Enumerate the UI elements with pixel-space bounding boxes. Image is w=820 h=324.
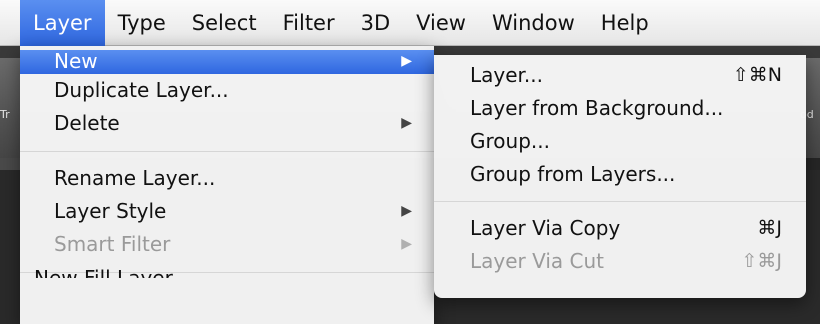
menu-select[interactable]: Select bbox=[179, 0, 270, 46]
menu-filter[interactable]: Filter bbox=[270, 0, 348, 46]
menu-type[interactable]: Type bbox=[105, 0, 179, 46]
submenu-item-layer-via-copy[interactable]: Layer Via Copy ⌘J bbox=[434, 212, 806, 245]
submenu-item-group[interactable]: Group... bbox=[434, 125, 806, 158]
menu-item-duplicate-layer[interactable]: Duplicate Layer... bbox=[20, 74, 434, 107]
shortcut-label: ⇧⌘J bbox=[741, 250, 782, 272]
submenu-item-layer-from-background[interactable]: Layer from Background... bbox=[434, 92, 806, 125]
menu-item-label: Layer Via Cut bbox=[470, 249, 605, 273]
menu-separator bbox=[20, 151, 434, 152]
menu-item-label: Rename Layer... bbox=[54, 166, 216, 190]
menu-window[interactable]: Window bbox=[479, 0, 588, 46]
menu-separator bbox=[434, 201, 806, 202]
menu-item-label: Layer Via Copy bbox=[470, 216, 621, 240]
menu-3d[interactable]: 3D bbox=[348, 0, 404, 46]
layer-menu: New ▶ Duplicate Layer... Delete ▶ Rename… bbox=[20, 46, 434, 324]
menu-item-rename-layer[interactable]: Rename Layer... bbox=[20, 162, 434, 195]
submenu-item-layer-via-cut: Layer Via Cut ⇧⌘J bbox=[434, 245, 806, 278]
submenu-arrow-icon: ▶ bbox=[401, 53, 412, 69]
menu-item-label: Layer from Background... bbox=[470, 96, 724, 120]
menu-item-label: New Fill Layer bbox=[34, 268, 173, 278]
submenu-item-group-from-layers[interactable]: Group from Layers... bbox=[434, 158, 806, 191]
submenu-arrow-icon: ▶ bbox=[401, 115, 412, 131]
menu-item-label: Layer Style bbox=[54, 199, 167, 223]
menu-item-label: New bbox=[54, 49, 98, 73]
menu-item-layer-style[interactable]: Layer Style ▶ bbox=[20, 195, 434, 228]
submenu-arrow-icon: ▶ bbox=[401, 203, 412, 219]
menu-item-label: Smart Filter bbox=[54, 232, 171, 256]
menu-item-smart-filter: Smart Filter ▶ bbox=[20, 228, 434, 261]
options-bar-left-label: Tra bbox=[0, 108, 10, 121]
menu-item-label: Duplicate Layer... bbox=[54, 78, 229, 102]
menu-layer[interactable]: Layer bbox=[20, 0, 105, 46]
menu-item-label: Group... bbox=[470, 129, 550, 153]
submenu-arrow-icon: ▶ bbox=[401, 236, 412, 252]
new-submenu: Layer... ⇧⌘N Layer from Background... Gr… bbox=[434, 55, 806, 298]
submenu-item-layer[interactable]: Layer... ⇧⌘N bbox=[434, 59, 806, 92]
menu-help[interactable]: Help bbox=[588, 0, 662, 46]
menu-item-delete[interactable]: Delete ▶ bbox=[20, 107, 434, 140]
shortcut-label: ⌘J bbox=[757, 217, 782, 239]
menu-item-label: Delete bbox=[54, 111, 120, 135]
menu-item-new-fill-layer[interactable]: New Fill Layer ▶ bbox=[34, 268, 173, 278]
menu-bar: Layer Type Select Filter 3D View Window … bbox=[0, 0, 820, 46]
shortcut-label: ⇧⌘N bbox=[732, 64, 782, 86]
menu-item-label: Layer... bbox=[470, 63, 543, 87]
menu-item-label: Group from Layers... bbox=[470, 162, 676, 186]
menu-view[interactable]: View bbox=[403, 0, 479, 46]
menu-item-new[interactable]: New ▶ bbox=[20, 50, 434, 74]
